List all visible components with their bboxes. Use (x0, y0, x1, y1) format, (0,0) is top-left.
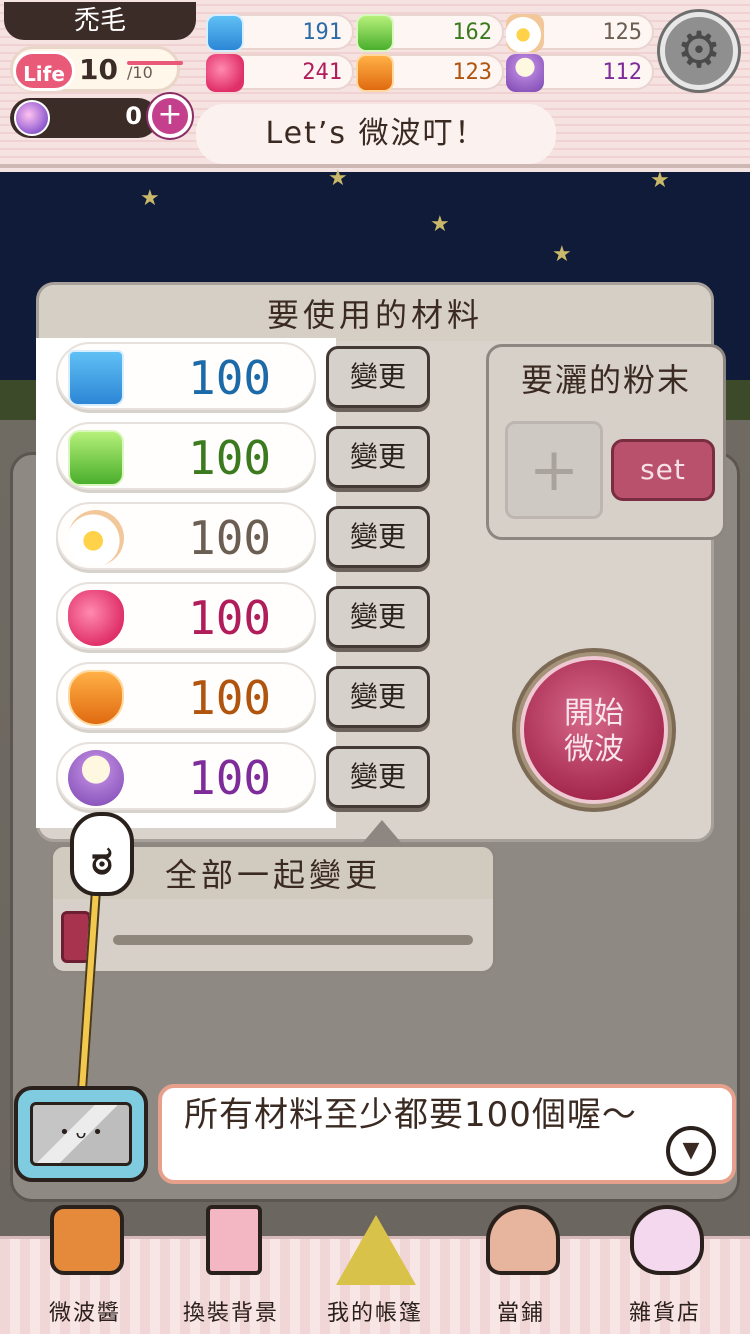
resource-value: 125 (602, 20, 642, 45)
star-icon: ★ (328, 166, 348, 191)
resource-milk: 191 (206, 14, 354, 52)
pointing-hand-icon: ಠ (70, 812, 134, 896)
material-row-flour: 100 (56, 742, 316, 810)
life-box: Life 10 /10 (10, 46, 183, 92)
shop-icon (486, 1205, 560, 1275)
material-amount: 100 (188, 431, 272, 485)
resource-value: 112 (602, 60, 642, 85)
callout-pointer (360, 820, 404, 846)
change-strawberry-button[interactable]: 變更 (326, 586, 430, 648)
ufo-icon (630, 1205, 704, 1275)
material-amount: 100 (188, 591, 272, 645)
bottom-nav: 微波醬 換裝背景 我的帳篷 當鋪 雜貨店 (0, 1205, 750, 1334)
egg-icon (506, 14, 544, 52)
milk-icon (206, 14, 244, 52)
resource-value: 191 (302, 20, 342, 45)
nav-label: 微波醬 (48, 1301, 121, 1326)
star-icon: ★ (552, 242, 572, 267)
honey-icon (356, 54, 394, 92)
settings-gear-icon[interactable]: ⚙ (660, 12, 738, 90)
set-button[interactable]: set (611, 439, 715, 501)
materials-title: 要使用的材料 (39, 285, 711, 341)
material-row-egg: 100 (56, 502, 316, 570)
nav-item-microwave[interactable]: 微波醬 (10, 1205, 160, 1334)
tv-icon (50, 1205, 124, 1275)
resource-honey: 123 (356, 54, 504, 92)
material-row-strawberry: 100 (56, 582, 316, 650)
star-icon: ★ (140, 186, 160, 211)
flour-icon (506, 54, 544, 92)
player-name: 禿毛 (4, 2, 196, 40)
material-row-butter: 100 (56, 422, 316, 490)
dialog-text: 所有材料至少都要100個喔～ (184, 1095, 637, 1135)
powder-panel: 要灑的粉末 + set (486, 344, 726, 540)
resource-value: 162 (452, 20, 492, 45)
tv-mascot-icon: • ᴗ • (14, 1086, 148, 1182)
resource-value: 123 (452, 60, 492, 85)
resource-strawberry: 241 (206, 54, 354, 92)
resource-egg: 125 (506, 14, 654, 52)
change-butter-button[interactable]: 變更 (326, 426, 430, 488)
tv-screen: • ᴗ • (30, 1102, 132, 1166)
egg-icon (68, 510, 124, 566)
material-amount: 100 (188, 511, 272, 565)
change-flour-button[interactable]: 變更 (326, 746, 430, 808)
butter-icon (356, 14, 394, 52)
tent-icon (336, 1215, 416, 1285)
star-icon: ★ (430, 212, 450, 237)
resource-value: 241 (302, 60, 342, 85)
strawberry-icon (206, 54, 244, 92)
nav-item-grocery[interactable]: 雜貨店 (590, 1205, 740, 1334)
butter-icon (68, 430, 124, 486)
change-milk-button[interactable]: 變更 (326, 346, 430, 408)
material-row-milk: 100 (56, 342, 316, 410)
strawberry-icon (68, 590, 124, 646)
nav-item-tent[interactable]: 我的帳篷 (300, 1215, 450, 1334)
nav-item-pawnshop[interactable]: 當鋪 (446, 1205, 596, 1334)
life-value: 10 (79, 53, 118, 86)
material-amount: 100 (188, 671, 272, 725)
cabinet-icon (206, 1205, 262, 1275)
milk-icon (68, 350, 124, 406)
resource-flour: 112 (506, 54, 654, 92)
resource-butter: 162 (356, 14, 504, 52)
start-label-line2: 微波 (564, 732, 624, 767)
speech-bubble: Let’s 微波叮！ (196, 104, 556, 164)
life-badge: Life (13, 51, 75, 91)
gem-counter: 0 (10, 98, 158, 138)
material-row-honey: 100 (56, 662, 316, 730)
add-gem-button[interactable]: + (148, 94, 192, 138)
nav-item-wardrobe[interactable]: 換裝背景 (156, 1205, 306, 1334)
gem-value: 0 (125, 102, 142, 130)
nav-label: 我的帳篷 (326, 1301, 423, 1326)
nav-label: 當鋪 (496, 1301, 545, 1326)
change-egg-button[interactable]: 變更 (326, 506, 430, 568)
life-max: /10 (127, 63, 153, 82)
start-microwave-button[interactable]: 開始 微波 (520, 656, 668, 804)
gem-icon (14, 100, 50, 136)
honey-icon (68, 670, 124, 726)
star-icon: ★ (650, 168, 670, 193)
start-label-line1: 開始 (564, 696, 624, 731)
flour-icon (68, 750, 124, 806)
change-honey-button[interactable]: 變更 (326, 666, 430, 728)
powder-title: 要灑的粉末 (520, 361, 691, 399)
nav-label: 換裝背景 (182, 1301, 279, 1326)
dialog-next-icon[interactable]: ▼ (666, 1126, 716, 1176)
material-amount: 100 (188, 751, 272, 805)
change-all-slider-track[interactable] (113, 935, 473, 945)
nav-label: 雜貨店 (628, 1301, 701, 1326)
dialog-box[interactable]: 所有材料至少都要100個喔～ ▼ (158, 1084, 736, 1184)
powder-slot-plus-icon[interactable]: + (505, 421, 603, 519)
material-amount: 100 (188, 351, 272, 405)
top-hud: 禿毛 Life 10 /10 0 + 191 162 125 241 123 1… (0, 0, 750, 168)
